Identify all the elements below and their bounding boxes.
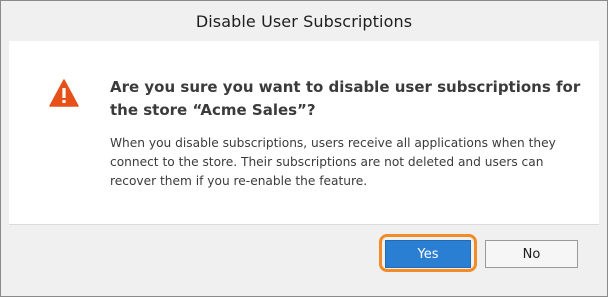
- dialog-window: Disable User Subscriptions Are you sure …: [0, 0, 608, 297]
- dialog-footer: Yes No: [9, 224, 599, 289]
- dialog-heading: Are you sure you want to disable user su…: [110, 78, 581, 119]
- no-button[interactable]: No: [485, 240, 578, 268]
- yes-button[interactable]: Yes: [385, 240, 471, 268]
- dialog-content: Are you sure you want to disable user su…: [9, 41, 599, 224]
- dialog-titlebar: Disable User Subscriptions: [1, 1, 607, 41]
- dialog-message: When you disable subscriptions, users re…: [110, 136, 556, 188]
- warning-icon: [49, 79, 79, 107]
- dialog-title: Disable User Subscriptions: [195, 11, 413, 31]
